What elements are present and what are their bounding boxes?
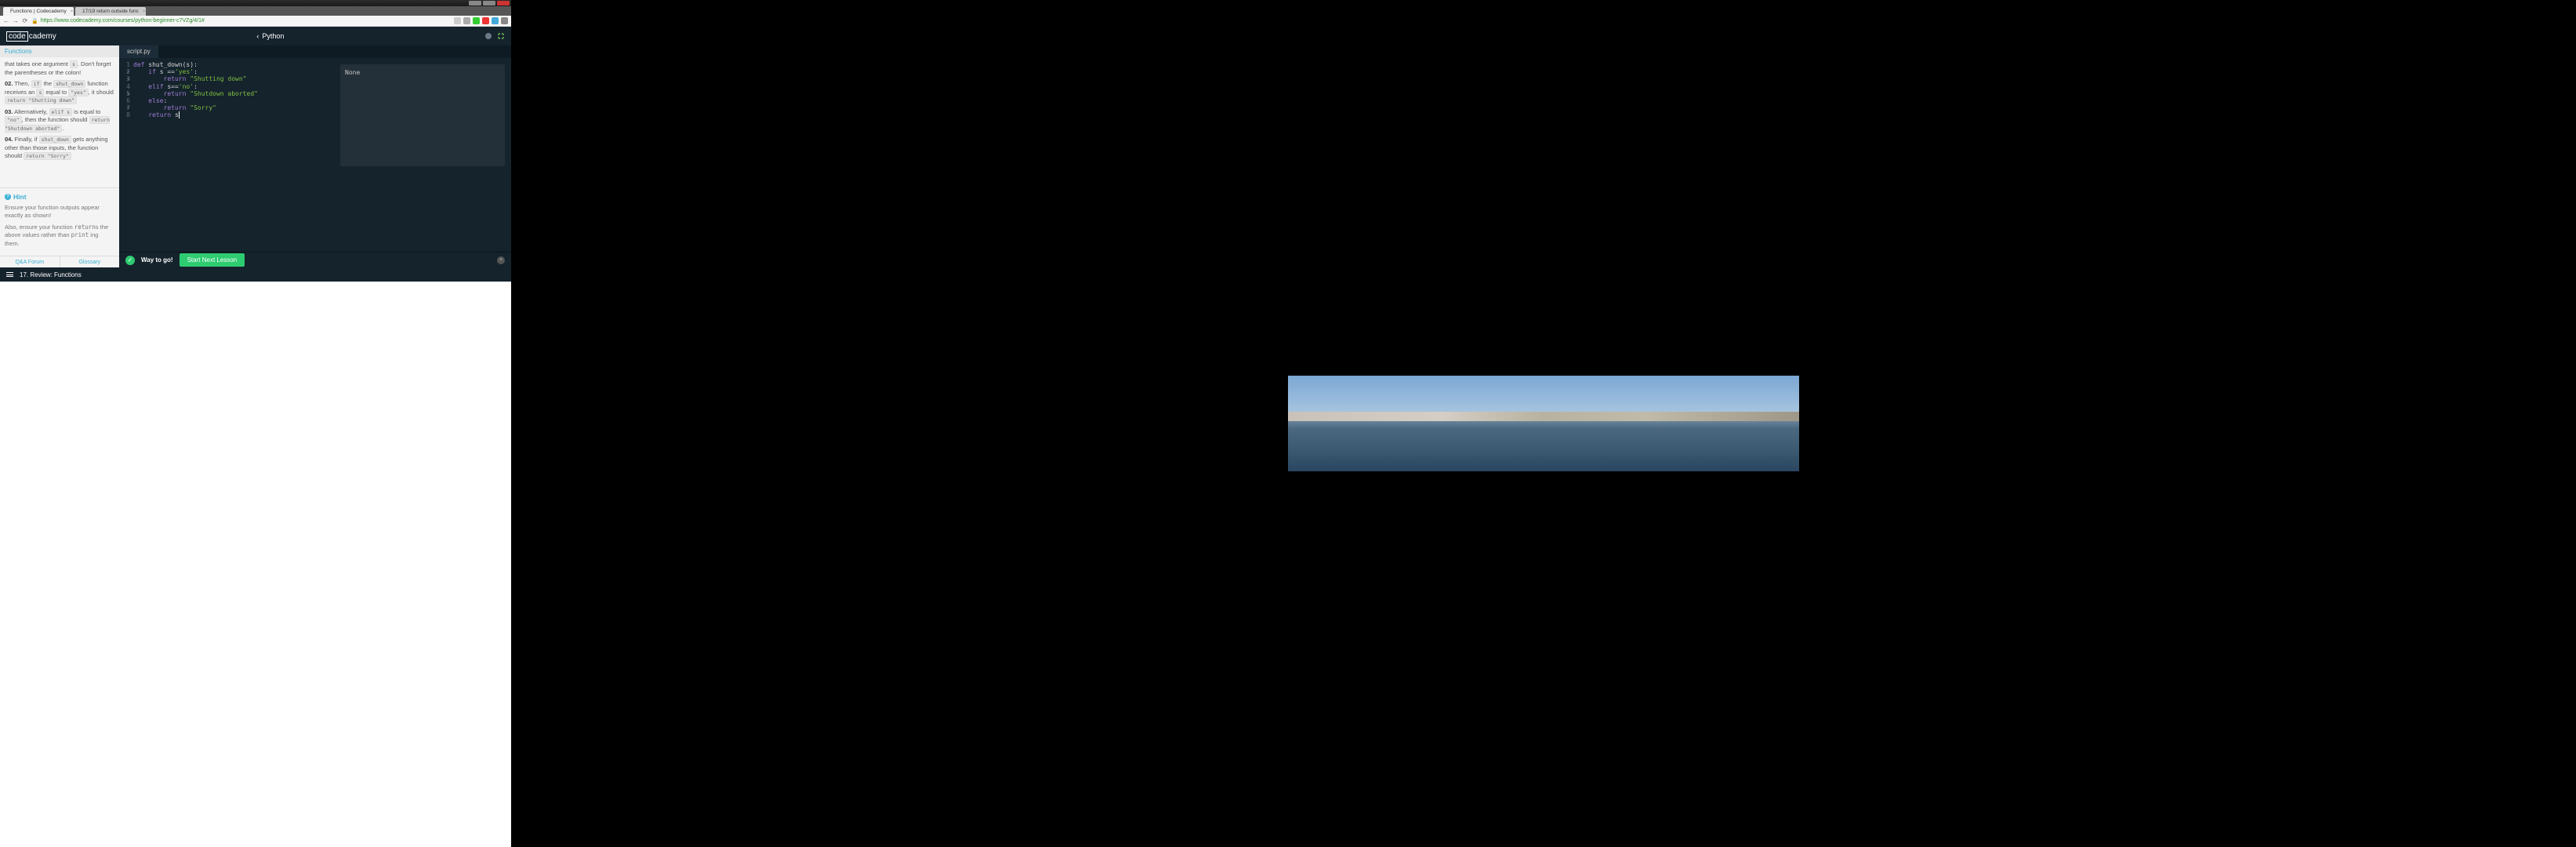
- page-background: [0, 282, 511, 847]
- browser-tab-active[interactable]: Functions | Codecademy ×: [3, 7, 74, 16]
- qa-forum-link[interactable]: Q&A Forum: [0, 256, 60, 267]
- close-success-icon[interactable]: ×: [497, 256, 505, 264]
- window-titlebar: [0, 0, 511, 6]
- reload-icon[interactable]: ⟳: [22, 18, 28, 24]
- forward-icon[interactable]: →: [13, 18, 19, 24]
- extension-icon[interactable]: [463, 17, 470, 24]
- editor-body: 1 ▾ 2 ▾ 3 4 ▾ 5 6 ▾ 7 8 def shut_down(s)…: [119, 58, 511, 252]
- browser-tab-inactive[interactable]: 17/19 return outside func ×: [75, 7, 146, 16]
- image-viewer: [511, 0, 2576, 847]
- tab-title: Functions | Codecademy: [10, 9, 67, 14]
- browser-window: Functions | Codecademy × 17/19 return ou…: [0, 0, 511, 847]
- instruction-04: 04. Finally, if shut_down gets anything …: [5, 136, 114, 161]
- bottom-bar: 17. Review: Functions: [0, 267, 511, 282]
- editor-tab[interactable]: script.py: [119, 45, 158, 58]
- logo-text: cademy: [29, 32, 56, 41]
- breadcrumb-label: Python: [262, 32, 284, 40]
- editor-tabs: script.py: [119, 45, 511, 58]
- instruction-03: 03. Alternatively, elif s is equal to "n…: [5, 108, 114, 133]
- sidebar: Functions that takes one argument s. Don…: [0, 45, 119, 267]
- close-window-button[interactable]: [497, 1, 510, 5]
- check-icon: ✓: [125, 256, 135, 265]
- chevron-left-icon: ‹: [256, 32, 259, 40]
- bug-icon[interactable]: [484, 32, 492, 40]
- lesson-title: 17. Review: Functions: [20, 271, 82, 278]
- logo-box: code: [6, 31, 28, 42]
- hint-p2: Also, ensure your function returns the a…: [5, 224, 114, 249]
- tab-strip: Functions | Codecademy × 17/19 return ou…: [0, 6, 511, 16]
- tab-title: 17/19 return outside func: [82, 9, 139, 14]
- start-next-button[interactable]: Start Next Lesson: [180, 253, 245, 267]
- cursor: [179, 111, 180, 118]
- extension-icon[interactable]: [482, 17, 489, 24]
- star-icon[interactable]: [454, 17, 461, 24]
- question-icon: ?: [5, 194, 11, 200]
- glossary-link[interactable]: Glossary: [60, 256, 120, 267]
- header-right: [484, 32, 505, 40]
- hint-box: ? Hint Ensure your function outputs appe…: [0, 187, 119, 256]
- sidebar-footer: Q&A Forum Glossary: [0, 256, 119, 267]
- sidebar-title: Functions: [0, 45, 119, 57]
- success-text: Way to go!: [141, 256, 173, 264]
- panorama-photo: [1288, 376, 1799, 471]
- lock-icon: 🔒: [31, 18, 38, 24]
- hint-body: Ensure your function outputs appear exac…: [5, 204, 114, 249]
- close-tab-icon[interactable]: ×: [71, 9, 74, 14]
- main-area: Functions that takes one argument s. Don…: [0, 45, 511, 267]
- instruction-02: 02. Then, if the shut_down function rece…: [5, 80, 114, 105]
- editor-column: script.py 1 ▾ 2 ▾ 3 4 ▾ 5 6 ▾ 7 8 de: [119, 45, 511, 267]
- hint-p1: Ensure your function outputs appear exac…: [5, 204, 114, 220]
- breadcrumb[interactable]: ‹ Python: [256, 32, 284, 40]
- back-icon[interactable]: ←: [3, 18, 9, 24]
- output-text: None: [345, 69, 360, 76]
- menu-icon[interactable]: [501, 17, 508, 24]
- instructions: that takes one argument s. Don't forget …: [0, 57, 119, 187]
- nav-bar: ← → ⟳ 🔒 https://www.codecademy.com/cours…: [0, 16, 511, 27]
- maximize-button[interactable]: [483, 1, 495, 5]
- extension-icon[interactable]: [473, 17, 480, 24]
- extension-icons: [454, 17, 508, 24]
- extension-icon[interactable]: [492, 17, 499, 24]
- line-gutter: 1 ▾ 2 ▾ 3 4 ▾ 5 6 ▾ 7 8: [119, 61, 133, 249]
- success-bar: ✓ Way to go! Start Next Lesson ×: [119, 252, 511, 267]
- hint-title[interactable]: ? Hint: [5, 193, 114, 201]
- app-header: codecademy ‹ Python: [0, 27, 511, 45]
- fullscreen-icon[interactable]: [497, 32, 505, 40]
- url-bar[interactable]: 🔒 https://www.codecademy.com/courses/pyt…: [31, 18, 451, 24]
- window-controls: [469, 1, 510, 5]
- minimize-button[interactable]: [469, 1, 481, 5]
- logo[interactable]: codecademy: [6, 32, 56, 41]
- hamburger-icon[interactable]: [6, 272, 13, 277]
- output-panel: None: [340, 64, 505, 166]
- url-text: https://www.codecademy.com/courses/pytho…: [41, 18, 205, 24]
- close-tab-icon[interactable]: ×: [143, 9, 146, 14]
- instruction-01: that takes one argument s. Don't forget …: [5, 60, 114, 77]
